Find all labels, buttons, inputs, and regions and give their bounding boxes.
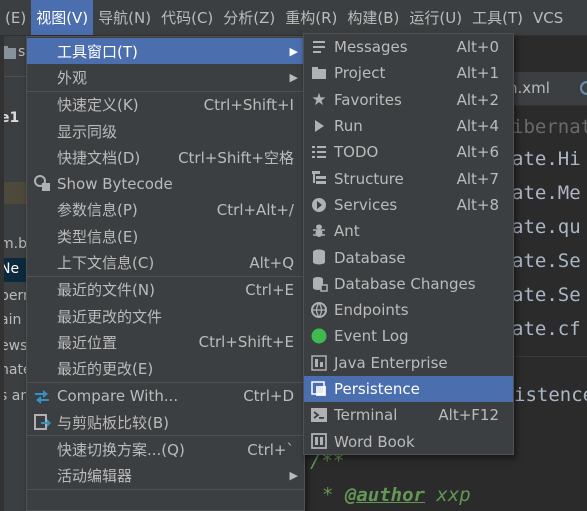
menu-navigate[interactable]: 导航(N) (93, 0, 156, 35)
menu-run[interactable]: 运行(U) (404, 0, 467, 35)
tool-window-persistence[interactable]: Persistence (304, 375, 513, 403)
editor-tab-bar: n.xml (508, 72, 587, 106)
menu-item-compare-clipboard[interactable]: 与剪贴板比较(B) (27, 409, 304, 435)
menu-bar: (E) 视图(V) 导航(N) 代码(C) 分析(Z) 重构(R) 构建(B) … (0, 0, 587, 36)
database-icon (310, 248, 328, 266)
messages-icon (310, 38, 328, 56)
menu-build[interactable]: 构建(B) (342, 0, 404, 35)
star-icon: ★ (311, 89, 327, 110)
structure-icon (310, 169, 328, 187)
java-enterprise-icon (310, 354, 328, 372)
ant-icon (310, 222, 328, 240)
event-log-icon (310, 327, 328, 345)
bytecode-icon (33, 174, 51, 192)
menu-item-show-siblings[interactable]: 显示同级 (27, 118, 304, 144)
tool-window-todo[interactable]: TODO Alt+6 (304, 139, 513, 165)
menu-item-quick-documentation[interactable]: 快捷文档(D) Ctrl+Shift+空格 (27, 144, 304, 170)
endpoints-icon (310, 301, 328, 319)
menu-item-active-editor[interactable]: 活动编辑器 ▶ (27, 463, 304, 489)
submenu-arrow-icon: ▶ (289, 70, 298, 84)
code-line: ate.Hi (512, 148, 581, 170)
tool-window-ant[interactable]: Ant (304, 218, 513, 244)
menu-item-compare-with[interactable]: Compare With... Ctrl+D (27, 383, 304, 409)
tool-window-project[interactable]: Project Alt+1 (304, 60, 513, 86)
todo-icon (310, 143, 328, 161)
compare-icon (33, 387, 51, 405)
menu-item-recent-locations[interactable]: 最近位置 Ctrl+Shift+E (27, 329, 304, 355)
tool-window-database[interactable]: Database (304, 244, 513, 270)
menu-item-quick-switch-scheme[interactable]: 快速切换方案...(Q) Ctrl+` (27, 436, 304, 462)
run-icon (310, 117, 328, 135)
editor-area (512, 36, 587, 511)
menu-view[interactable]: 视图(V) (31, 0, 94, 35)
tool-window-endpoints[interactable]: Endpoints (304, 297, 513, 323)
services-icon (310, 196, 328, 214)
menu-item-tool-windows[interactable]: 工具窗口(T) ▶ (27, 38, 304, 65)
menu-item-context-info[interactable]: 上下文信息(C) Alt+Q (27, 249, 304, 275)
persistence-icon (310, 380, 328, 398)
menu-edit[interactable]: (E) (0, 0, 31, 35)
menu-item-parameter-info[interactable]: 参数信息(P) Ctrl+Alt+/ (27, 197, 304, 223)
menu-item-recently-changed-files[interactable]: 最近更改的文件 (27, 303, 304, 329)
menu-vcs[interactable]: VCS (528, 0, 568, 35)
tool-window-services[interactable]: Services Alt+8 (304, 192, 513, 218)
menu-item-recent-files[interactable]: 最近的文件(N) Ctrl+E (27, 277, 304, 303)
tool-window-java-enterprise[interactable]: Java Enterprise (304, 350, 513, 376)
view-menu: 工具窗口(T) ▶ 外观 ▶ 快速定义(K) Ctrl+Shift+I 显示同级… (26, 36, 305, 511)
menu-item-quick-definition[interactable]: 快速定义(K) Ctrl+Shift+I (27, 92, 304, 118)
tool-window-run[interactable]: Run Alt+4 (304, 113, 513, 139)
tool-window-structure[interactable]: Structure Alt+7 (304, 165, 513, 191)
tool-window-database-changes[interactable]: Database Changes (304, 271, 513, 297)
tool-window-terminal[interactable]: Terminal Alt+F12 (304, 402, 513, 428)
menu-code[interactable]: 代码(C) (156, 0, 218, 35)
menu-item-cutoff[interactable] (27, 490, 304, 511)
code-line: ate.Me (512, 182, 581, 204)
divider (512, 356, 587, 357)
project-label-fragment: s (18, 44, 26, 60)
tool-windows-submenu: Messages Alt+0 Project Alt+1 ★ Favorites… (303, 33, 514, 455)
author-tag: @author (344, 484, 425, 506)
tool-window-word-book[interactable]: Word Book (304, 428, 513, 454)
tree-item-fragment[interactable]: s an (0, 388, 29, 404)
menu-item-type-info[interactable]: 类型信息(E) (27, 223, 304, 249)
database-changes-icon (310, 275, 328, 293)
terminal-icon (310, 406, 328, 424)
tool-window-messages[interactable]: Messages Alt+0 (304, 34, 513, 60)
tool-strip (0, 36, 4, 511)
code-line: istence (514, 384, 587, 406)
menu-analyze[interactable]: 分析(Z) (218, 0, 280, 35)
menu-tools[interactable]: 工具(T) (467, 0, 528, 35)
menu-refactor[interactable]: 重构(R) (280, 0, 342, 35)
comment-author-line: * @author xxp (322, 484, 471, 506)
menu-item-show-bytecode[interactable]: Show Bytecode (27, 170, 304, 196)
code-line: ate.cf (512, 318, 581, 340)
menu-item-appearance[interactable]: 外观 ▶ (27, 64, 304, 90)
tree-item-fragment[interactable]: m.b (0, 236, 27, 252)
code-line: ate.Se (512, 250, 581, 272)
clipboard-compare-icon (33, 413, 51, 431)
tool-window-event-log[interactable]: Event Log (304, 323, 513, 349)
author-name: xxp (436, 484, 471, 506)
menu-item-recent-changes[interactable]: 最近的更改(E) (27, 356, 304, 382)
submenu-arrow-icon: ▶ (289, 469, 298, 483)
tool-window-favorites[interactable]: ★ Favorites Alt+2 (304, 87, 513, 113)
submenu-arrow-icon: ▶ (289, 44, 298, 58)
tab-icon (580, 81, 587, 95)
code-line: ibernat (512, 116, 587, 138)
code-line: ate.Se (512, 284, 581, 306)
word-book-icon (310, 432, 328, 450)
folder-icon (310, 64, 328, 82)
code-line: ate.qu (512, 216, 581, 238)
editor-tab[interactable]: n.xml (508, 79, 550, 97)
